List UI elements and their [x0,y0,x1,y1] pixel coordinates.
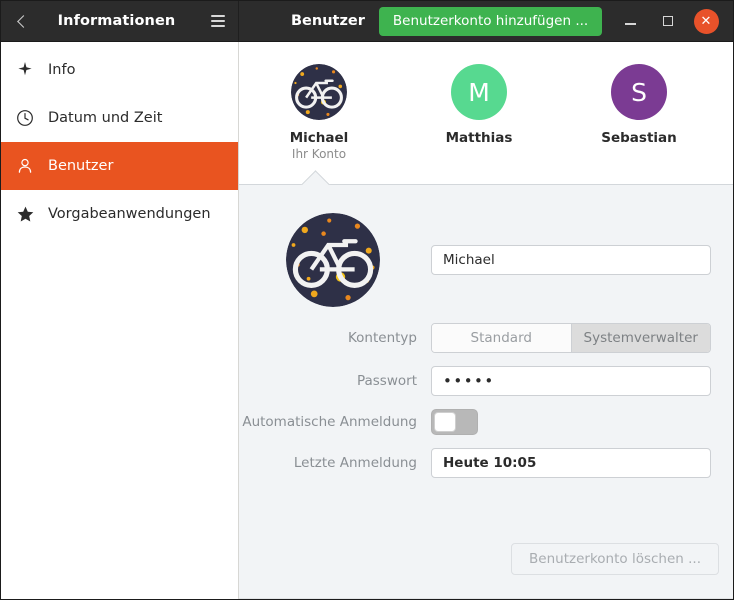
sidebar-title: Informationen [57,13,176,29]
sidebar-item-label: Benutzer [48,158,114,174]
window-controls: ✕ [617,8,727,34]
user-subtitle: Ihr Konto [291,147,347,161]
user-name-input[interactable]: Michael [431,245,711,275]
user-name: Sebastian [601,130,677,146]
account-type-segmented-control: Standard Systemverwalter [431,323,711,353]
delete-account-wrap: Benutzerkonto löschen ... [511,543,719,575]
back-chevron-icon [16,14,30,28]
avatar: M [451,64,507,120]
user-tile-matthias[interactable]: M Matthias [399,64,559,146]
account-type-label: Kontentyp [347,330,417,346]
auto-login-row: Automatische Anmeldung [239,409,721,435]
hamburger-line [211,20,225,22]
last-login-label: Letzte Anmeldung [293,455,417,471]
account-type-row: Kontentyp Standard Systemverwalter [239,323,721,353]
minimize-button[interactable] [617,8,643,34]
settings-window: Informationen Benutzer Benutzerkonto hin… [0,0,734,600]
avatar-initial: M [468,77,490,107]
last-login-row: Letzte Anmeldung Heute 10:05 [239,448,721,478]
titlebar-left-pane: Informationen [1,1,239,41]
clock-icon [15,108,35,128]
hamburger-line [211,15,225,17]
user-name: Michael [289,130,349,146]
user-name: Matthias [445,130,513,146]
star-icon [15,204,35,224]
person-icon [15,156,35,176]
content-pane: Michael Ihr Konto M Matthias S Sebastian [239,42,733,599]
maximize-icon [663,16,673,26]
user-avatar-large[interactable] [286,213,380,307]
password-field[interactable]: ••••• [431,366,711,396]
auto-login-label: Automatische Anmeldung [242,414,417,430]
close-button[interactable]: ✕ [693,8,719,34]
maximize-button[interactable] [655,8,681,34]
account-type-standard-button[interactable]: Standard [432,324,571,352]
avatar-cell [239,213,431,307]
titlebar-right-pane: Benutzer Benutzerkonto hinzufügen ... ✕ [239,1,733,41]
password-label: Passwort [356,373,417,389]
window-body: Info Datum und Zeit Benutzer Vorgabeanwe… [1,42,733,599]
avatar: S [611,64,667,120]
avatar-initial: S [631,77,647,107]
close-icon: ✕ [693,8,719,34]
user-detail-panel: Michael Kontentyp Standard Systemverwalt… [239,185,733,599]
user-list-strip: Michael Ihr Konto M Matthias S Sebastian [239,42,733,185]
auto-login-toggle-wrap [431,409,721,435]
last-login-value: Heute 10:05 [431,448,711,478]
bicycle-avatar-icon [291,64,347,120]
sidebar-item-benutzer[interactable]: Benutzer [1,142,238,190]
user-detail-form: Michael Kontentyp Standard Systemverwalt… [239,185,733,478]
bicycle-avatar-icon [286,213,380,307]
delete-account-button[interactable]: Benutzerkonto löschen ... [511,543,719,575]
sidebar-item-info[interactable]: Info [1,46,238,94]
sidebar-item-label: Vorgabeanwendungen [48,206,211,222]
sidebar-item-label: Info [48,62,76,78]
detail-bottom-divider [239,598,733,599]
sidebar-item-default-applications[interactable]: Vorgabeanwendungen [1,190,238,238]
add-user-account-button[interactable]: Benutzerkonto hinzufügen ... [378,6,603,36]
sidebar-item-datetime[interactable]: Datum und Zeit [1,94,238,142]
sidebar-item-label: Datum und Zeit [48,110,163,126]
user-tile-michael[interactable]: Michael Ihr Konto [239,64,399,161]
toggle-knob [434,412,456,432]
hamburger-line [211,25,225,27]
titlebar: Informationen Benutzer Benutzerkonto hin… [1,1,733,42]
password-row: Passwort ••••• [239,366,721,396]
avatar [291,64,347,120]
minimize-icon [624,23,636,25]
user-tile-sebastian[interactable]: S Sebastian [559,64,719,146]
account-type-administrator-button[interactable]: Systemverwalter [570,324,710,352]
sparkle-icon [15,60,35,80]
selected-user-pointer [301,170,331,185]
sidebar: Info Datum und Zeit Benutzer Vorgabeanwe… [1,42,239,599]
page-title: Benutzer [291,13,365,29]
hamburger-menu-icon[interactable] [198,1,238,42]
avatar-and-name-row: Michael [239,213,721,307]
auto-login-toggle[interactable] [431,409,478,435]
